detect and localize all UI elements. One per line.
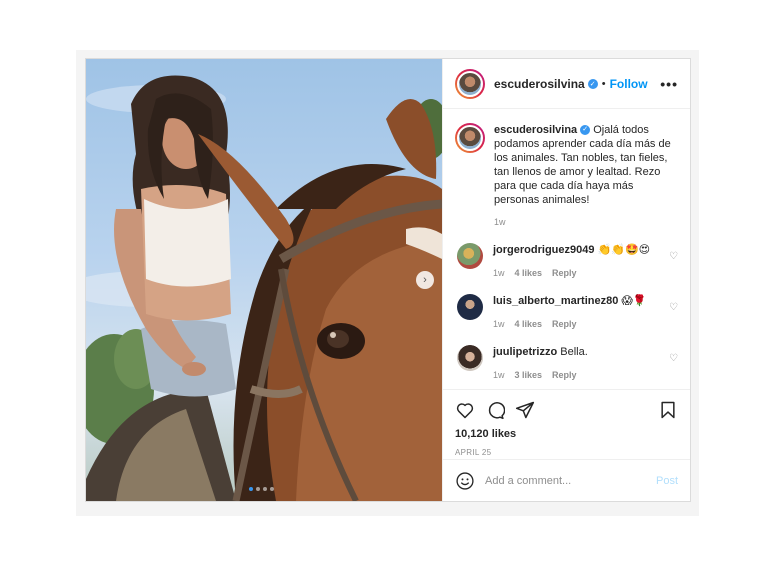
like-comment-heart-icon[interactable]: ♡ bbox=[669, 302, 678, 313]
caption-text: Ojalá todos podamos aprender cada día má… bbox=[494, 124, 671, 206]
share-send-icon[interactable] bbox=[515, 400, 535, 420]
carousel-dot bbox=[263, 487, 267, 491]
instagram-post-card: › escuderosilvina ✓ • Follow ••• escuder… bbox=[85, 58, 691, 502]
post-date: APRIL 25 bbox=[455, 448, 492, 457]
post-comment-button[interactable]: Post bbox=[656, 475, 678, 487]
comment-input[interactable] bbox=[485, 474, 656, 487]
comment-likes[interactable]: 4 likes bbox=[515, 317, 543, 331]
comment-text: 👏👏🤩😍 bbox=[597, 244, 651, 256]
reply-button[interactable]: Reply bbox=[552, 317, 577, 331]
separator-dot: • bbox=[601, 77, 606, 90]
comment-bubble-icon[interactable] bbox=[485, 400, 505, 420]
comment-item: jorgerodriguez9049 👏👏🤩😍 1w 4 likes Reply… bbox=[455, 243, 678, 280]
next-slide-button[interactable]: › bbox=[416, 271, 434, 289]
comment-time: 1w bbox=[493, 268, 505, 278]
caption-time: 1w bbox=[494, 217, 506, 227]
chevron-right-icon: › bbox=[423, 274, 427, 286]
bookmark-save-icon[interactable] bbox=[658, 400, 678, 420]
likes-count[interactable]: 10,120 likes bbox=[455, 428, 678, 440]
comment-time: 1w bbox=[493, 370, 505, 380]
carousel-dot bbox=[270, 487, 274, 491]
comment-item: luis_alberto_martinez80 😱🌹 1w 4 likes Re… bbox=[455, 294, 678, 331]
like-comment-heart-icon[interactable]: ♡ bbox=[669, 353, 678, 364]
comment-time: 1w bbox=[493, 319, 505, 329]
post-actions: 10,120 likes APRIL 25 bbox=[443, 389, 690, 459]
comment-username[interactable]: jorgerodriguez9049 bbox=[493, 244, 594, 256]
commenter-avatar[interactable] bbox=[457, 243, 483, 269]
more-options-icon[interactable]: ••• bbox=[660, 76, 678, 92]
caption: escuderosilvina ✓ Ojalá todos podamos apr… bbox=[455, 123, 678, 229]
like-comment-heart-icon[interactable]: ♡ bbox=[669, 251, 678, 262]
comment-username[interactable]: luis_alberto_martinez80 bbox=[493, 295, 618, 307]
carousel-dot bbox=[256, 487, 260, 491]
verified-badge-icon: ✓ bbox=[580, 125, 591, 136]
carousel-indicator bbox=[249, 487, 274, 491]
carousel-dot bbox=[249, 487, 253, 491]
comment-likes[interactable]: 4 likes bbox=[515, 266, 543, 280]
photo-illustration bbox=[86, 75, 442, 501]
reply-button[interactable]: Reply bbox=[552, 266, 577, 280]
post-side-panel: escuderosilvina ✓ • Follow ••• escuderos… bbox=[442, 59, 690, 501]
caption-username[interactable]: escuderosilvina bbox=[494, 124, 577, 136]
comment-text: 😱🌹 bbox=[621, 295, 647, 307]
commenter-avatar[interactable] bbox=[457, 345, 483, 371]
follow-button[interactable]: Follow bbox=[610, 77, 648, 91]
comment-username[interactable]: juulipetrizzo bbox=[493, 346, 557, 358]
header-username[interactable]: escuderosilvina bbox=[494, 77, 585, 91]
comment-likes[interactable]: 3 likes bbox=[515, 368, 543, 382]
post-header: escuderosilvina ✓ • Follow ••• bbox=[443, 59, 690, 109]
comments-list[interactable]: escuderosilvina ✓ Ojalá todos podamos apr… bbox=[443, 109, 690, 389]
avatar[interactable] bbox=[455, 123, 485, 153]
commenter-avatar[interactable] bbox=[457, 294, 483, 320]
add-comment-bar: Post bbox=[443, 459, 690, 501]
emoji-smiley-icon[interactable] bbox=[455, 471, 475, 491]
comment-text: Bella. bbox=[560, 346, 588, 358]
verified-badge-icon: ✓ bbox=[587, 78, 598, 89]
reply-button[interactable]: Reply bbox=[552, 368, 577, 382]
like-heart-icon[interactable] bbox=[455, 400, 475, 420]
post-photo[interactable]: › bbox=[86, 59, 442, 501]
comment-item: juulipetrizzo Bella. 1w 3 likes Reply ♡ bbox=[455, 345, 678, 382]
avatar[interactable] bbox=[455, 68, 485, 99]
